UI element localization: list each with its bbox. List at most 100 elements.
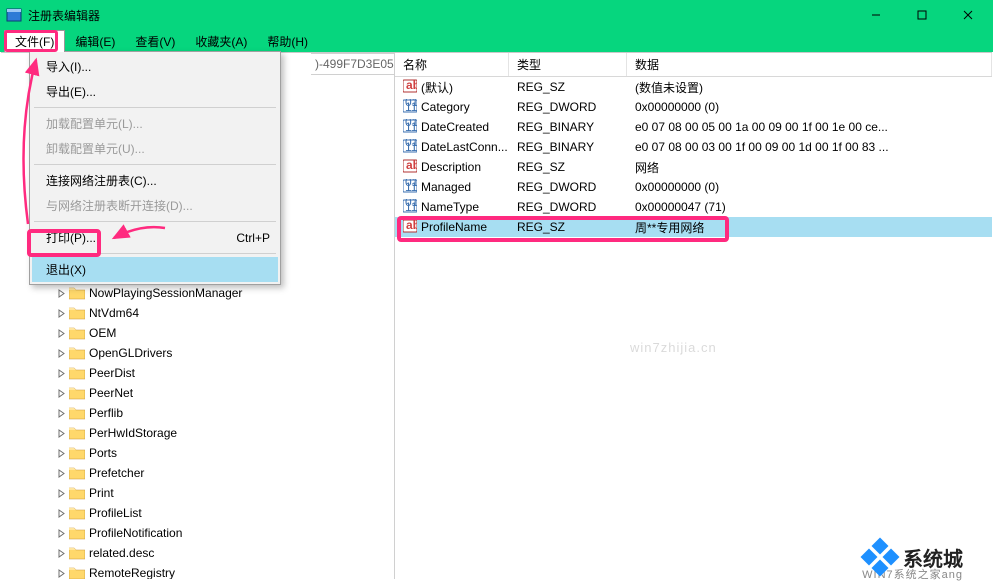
value-row[interactable]: 011110DateLastConn...REG_BINARYe0 07 08 … bbox=[395, 137, 992, 157]
value-data: 周**专用网络 bbox=[627, 219, 992, 236]
value-type: REG_BINARY bbox=[509, 140, 627, 154]
value-row[interactable]: 011110CategoryREG_DWORD0x00000000 (0) bbox=[395, 97, 992, 117]
expand-icon[interactable] bbox=[55, 287, 67, 299]
menu-print[interactable]: 打印(P)...Ctrl+P bbox=[32, 225, 278, 250]
tree-item[interactable]: Print bbox=[29, 483, 394, 503]
expand-icon[interactable] bbox=[55, 547, 67, 559]
expand-icon[interactable] bbox=[55, 367, 67, 379]
expand-icon[interactable] bbox=[55, 507, 67, 519]
menu-help[interactable]: 帮助(H) bbox=[257, 31, 318, 52]
tree-item-label: Print bbox=[89, 486, 114, 500]
tree-item-label: NtVdm64 bbox=[89, 306, 139, 320]
value-data: 0x00000047 (71) bbox=[627, 200, 992, 214]
menu-favorites[interactable]: 收藏夹(A) bbox=[185, 31, 257, 52]
value-type-icon: 011110 bbox=[403, 179, 417, 196]
svg-text:ab: ab bbox=[406, 159, 417, 172]
tree-item[interactable]: PeerNet bbox=[29, 383, 394, 403]
svg-text:110: 110 bbox=[405, 180, 417, 193]
menu-view[interactable]: 查看(V) bbox=[125, 31, 185, 52]
expand-icon[interactable] bbox=[55, 347, 67, 359]
value-type-icon: 011110 bbox=[403, 139, 417, 156]
expand-icon[interactable] bbox=[55, 467, 67, 479]
column-data[interactable]: 数据 bbox=[627, 53, 992, 76]
tree-item-label: PeerNet bbox=[89, 386, 133, 400]
values-pane: 名称 类型 数据 ab(默认)REG_SZ(数值未设置)011110Catego… bbox=[395, 53, 992, 579]
minimize-button[interactable] bbox=[853, 0, 899, 30]
tree-item-label: RemoteRegistry bbox=[89, 566, 175, 579]
expand-icon[interactable] bbox=[55, 327, 67, 339]
tree-item-label: Perflib bbox=[89, 406, 123, 420]
value-name: DateCreated bbox=[421, 120, 489, 134]
menu-load-hive: 加载配置单元(L)... bbox=[32, 111, 278, 136]
value-type-icon: 011110 bbox=[403, 99, 417, 116]
menu-file[interactable]: 文件(F) bbox=[4, 30, 65, 52]
menu-unload-hive: 卸载配置单元(U)... bbox=[32, 136, 278, 161]
tree-item[interactable]: PerHwIdStorage bbox=[29, 423, 394, 443]
expand-icon[interactable] bbox=[55, 307, 67, 319]
svg-text:ab: ab bbox=[406, 219, 417, 232]
values-list[interactable]: ab(默认)REG_SZ(数值未设置)011110CategoryREG_DWO… bbox=[395, 77, 992, 237]
value-type: REG_SZ bbox=[509, 220, 627, 234]
tree-item[interactable]: NowPlayingSessionManager bbox=[29, 283, 394, 303]
watermark-text: 系统城 bbox=[903, 543, 963, 572]
tree-item[interactable]: PeerDist bbox=[29, 363, 394, 383]
menu-import[interactable]: 导入(I)... bbox=[32, 54, 278, 79]
value-row[interactable]: abProfileNameREG_SZ周**专用网络 bbox=[395, 217, 992, 237]
value-type-icon: ab bbox=[403, 219, 417, 236]
values-header[interactable]: 名称 类型 数据 bbox=[395, 53, 992, 77]
tree-item[interactable]: Prefetcher bbox=[29, 463, 394, 483]
value-type: REG_BINARY bbox=[509, 120, 627, 134]
maximize-button[interactable] bbox=[899, 0, 945, 30]
tree-item[interactable]: related.desc bbox=[29, 543, 394, 563]
value-row[interactable]: 011110 NameType REG_DWORD0x00000047 (71) bbox=[395, 197, 992, 217]
tree-item[interactable]: Perflib bbox=[29, 403, 394, 423]
value-row[interactable]: abDescriptionREG_SZ网络 bbox=[395, 157, 992, 177]
svg-text:110: 110 bbox=[405, 120, 417, 133]
column-name[interactable]: 名称 bbox=[395, 53, 509, 76]
column-type[interactable]: 类型 bbox=[509, 53, 627, 76]
value-data: e0 07 08 00 03 00 1f 00 09 00 1d 00 1f 0… bbox=[627, 140, 992, 154]
registry-tree[interactable]: NotificationsNowPlayingSessionManagerNtV… bbox=[1, 263, 394, 579]
tree-item-label: related.desc bbox=[89, 546, 154, 560]
app-icon bbox=[6, 7, 22, 23]
tree-item-label: PeerDist bbox=[89, 366, 135, 380]
expand-icon[interactable] bbox=[55, 387, 67, 399]
value-name: (默认) bbox=[421, 79, 453, 96]
value-name: NameType bbox=[421, 200, 479, 214]
value-type: REG_DWORD bbox=[509, 180, 627, 194]
value-row[interactable]: 011110 Managed REG_DWORD0x00000000 (0) bbox=[395, 177, 992, 197]
close-button[interactable] bbox=[945, 0, 991, 30]
file-dropdown: 导入(I)... 导出(E)... 加载配置单元(L)... 卸载配置单元(U)… bbox=[29, 51, 281, 285]
expand-icon[interactable] bbox=[55, 567, 67, 579]
value-row[interactable]: ab(默认)REG_SZ(数值未设置) bbox=[395, 77, 992, 97]
value-data: 网络 bbox=[627, 159, 992, 176]
expand-icon[interactable] bbox=[55, 447, 67, 459]
value-row[interactable]: 011110DateCreatedREG_BINARYe0 07 08 00 0… bbox=[395, 117, 992, 137]
menu-exit[interactable]: 退出(X) bbox=[32, 257, 278, 282]
svg-text:110: 110 bbox=[405, 200, 417, 213]
expand-icon[interactable] bbox=[55, 527, 67, 539]
value-type: REG_DWORD bbox=[509, 200, 627, 214]
tree-item[interactable]: Ports bbox=[29, 443, 394, 463]
tree-item[interactable]: OpenGLDrivers bbox=[29, 343, 394, 363]
tree-item[interactable]: ProfileNotification bbox=[29, 523, 394, 543]
tree-item[interactable]: RemoteRegistry bbox=[29, 563, 394, 579]
tree-item-label: PerHwIdStorage bbox=[89, 426, 177, 440]
expand-icon[interactable] bbox=[55, 427, 67, 439]
tree-item-label: OpenGLDrivers bbox=[89, 346, 172, 360]
tree-item[interactable]: ProfileList bbox=[29, 503, 394, 523]
value-data: 0x00000000 (0) bbox=[627, 180, 992, 194]
watermark: 系统城 bbox=[863, 540, 963, 574]
menu-export[interactable]: 导出(E)... bbox=[32, 79, 278, 104]
menu-connect-network[interactable]: 连接网络注册表(C)... bbox=[32, 168, 278, 193]
tree-item[interactable]: NtVdm64 bbox=[29, 303, 394, 323]
expand-icon[interactable] bbox=[55, 487, 67, 499]
svg-text:110: 110 bbox=[405, 140, 417, 153]
menu-edit[interactable]: 编辑(E) bbox=[65, 31, 125, 52]
value-name: Managed bbox=[421, 180, 471, 194]
value-data: 0x00000000 (0) bbox=[627, 100, 992, 114]
tree-item[interactable]: OEM bbox=[29, 323, 394, 343]
value-data: (数值未设置) bbox=[627, 79, 992, 96]
value-type-icon: 011110 bbox=[403, 199, 417, 216]
expand-icon[interactable] bbox=[55, 407, 67, 419]
